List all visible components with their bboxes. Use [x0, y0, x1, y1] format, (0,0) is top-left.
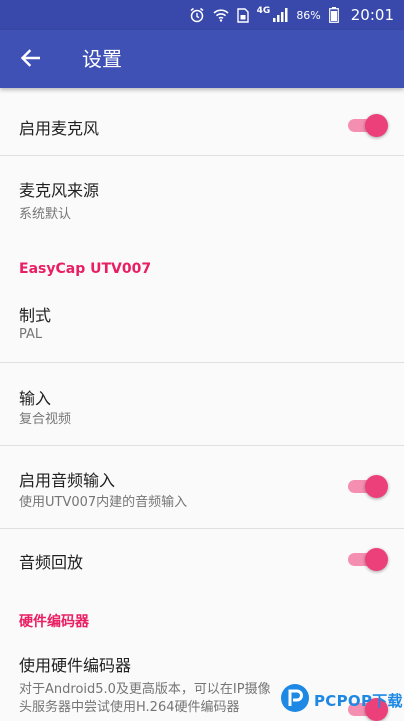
setting-title: 输入: [19, 389, 52, 408]
setting-subtitle: 使用UTV007内建的音频输入: [19, 495, 188, 510]
status-icons: 4G 86% 20:01: [189, 0, 394, 30]
battery-percent: 86%: [296, 8, 321, 22]
section-header-encoder: 硬件编码器: [19, 614, 89, 630]
setting-format[interactable]: 制式 PAL: [0, 284, 404, 362]
app-bar: 设置: [0, 30, 404, 88]
section-header-easycap: EasyCap UTV007: [19, 261, 152, 277]
setting-subtitle-line1: 对于Android5.0及更高版本，可以在IP摄像: [19, 682, 271, 697]
battery-icon: [328, 7, 339, 23]
status-bar: 4G 86% 20:01: [0, 0, 404, 30]
alarm-icon: [189, 7, 205, 23]
watermark-text: PCPOP下载: [314, 691, 403, 710]
setting-subtitle: 系统默认: [19, 207, 72, 222]
enable-mic-toggle[interactable]: [346, 114, 388, 137]
wifi-icon: [213, 8, 229, 22]
setting-subtitle: 复合视频: [19, 412, 72, 427]
watermark: PCPOP下载: [280, 682, 404, 718]
setting-enable-audio-input[interactable]: 启用音频输入 使用UTV007内建的音频输入: [0, 446, 404, 528]
back-button[interactable]: [14, 44, 46, 76]
audio-playback-toggle[interactable]: [346, 548, 388, 571]
setting-enable-mic[interactable]: 启用麦克风: [0, 88, 404, 156]
pcpop-logo-icon: [280, 683, 310, 717]
signal-icon: [272, 8, 288, 22]
setting-subtitle-line2: 头服务器中尝试使用H.264硬件编码器: [19, 700, 240, 715]
toggle-thumb: [365, 548, 388, 571]
setting-title: 麦克风来源: [19, 181, 100, 200]
setting-audio-playback[interactable]: 音频回放: [0, 529, 404, 591]
toggle-thumb: [365, 475, 388, 498]
network-type-label: 4G: [256, 6, 271, 16]
arrow-back-icon: [20, 49, 41, 71]
setting-title: 启用音频输入: [19, 471, 116, 490]
setting-title: 使用硬件编码器: [19, 656, 132, 675]
setting-title: 制式: [19, 306, 52, 325]
setting-title: 音频回放: [19, 553, 84, 572]
setting-subtitle: PAL: [19, 327, 43, 342]
toggle-thumb: [365, 114, 388, 137]
setting-title: 启用麦克风: [19, 119, 100, 138]
clock: 20:01: [350, 6, 394, 24]
enable-audio-input-toggle[interactable]: [346, 475, 388, 498]
sim-icon: [236, 7, 249, 23]
setting-input[interactable]: 输入 复合视频: [0, 363, 404, 445]
setting-mic-source[interactable]: 麦克风来源 系统默认: [0, 156, 404, 236]
page-title: 设置: [82, 47, 122, 71]
